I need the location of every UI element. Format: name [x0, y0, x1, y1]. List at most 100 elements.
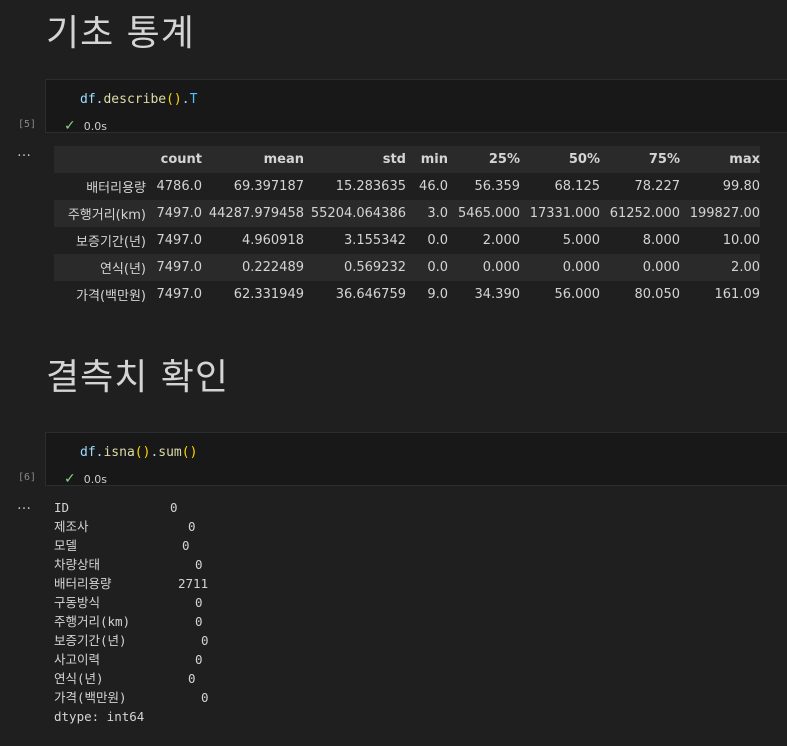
table-row: 주행거리(km) 7497.0 44287.979458 55204.06438… — [54, 200, 760, 227]
table-cell: 7497.0 — [156, 233, 203, 248]
table-header-row: count mean std min 25% 50% 75% max — [54, 146, 760, 173]
section-heading-basic-stats: 기초 통계 — [46, 13, 195, 54]
table-header-cell: std — [382, 152, 406, 167]
code-cell-describe[interactable]: df.describe().T ✓ 0.0s — [45, 79, 787, 134]
table-cell: 44287.979458 — [208, 206, 304, 221]
table-cell: 15.283635 — [335, 179, 406, 194]
table-cell: 56.000 — [554, 287, 601, 302]
series-index: 제조사 — [54, 519, 89, 534]
row-label: 주행거리(km) — [67, 208, 146, 223]
series-index: ID — [54, 500, 70, 515]
table-cell: 99.80 — [722, 179, 760, 194]
table-cell: 0.000 — [562, 260, 600, 275]
execution-count: [5] — [18, 119, 37, 130]
table-row: 배터리용량 4786.0 69.397187 15.283635 46.0 56… — [54, 173, 760, 200]
execution-time: 0.0s — [83, 120, 107, 133]
list-item: 가격(백만원) 0 — [54, 688, 209, 707]
series-index: 구동방식 — [54, 595, 101, 610]
table-cell: 78.227 — [634, 179, 681, 194]
table-cell: 68.125 — [554, 179, 601, 194]
table-cell: 161.09 — [714, 287, 761, 302]
code-token-dot: . — [181, 92, 190, 107]
table-cell: 7497.0 — [156, 287, 203, 302]
series-index: 연식(년) — [54, 671, 104, 686]
execution-time: 0.0s — [83, 473, 107, 486]
output-more-icon[interactable]: … — [17, 144, 32, 160]
execution-count: [6] — [18, 472, 37, 483]
table-header-cell: min — [420, 152, 448, 167]
table-header-cell — [54, 146, 152, 173]
code-token-parens: () — [166, 92, 182, 107]
table-cell: 0.222489 — [241, 260, 304, 275]
code-line[interactable]: df.isna().sum() — [80, 445, 197, 460]
table-cell: 80.050 — [634, 287, 681, 302]
table-cell: 8.000 — [642, 233, 680, 248]
execution-status: ✓ 0.0s — [64, 118, 107, 134]
series-index: 보증기간(년) — [54, 633, 127, 648]
table-cell: 3.155342 — [343, 233, 406, 248]
series-index: 모델 — [54, 538, 78, 553]
table-cell: 9.0 — [427, 287, 448, 302]
table-cell: 69.397187 — [233, 179, 304, 194]
table-cell: 0.0 — [427, 233, 448, 248]
series-value: 0 — [188, 671, 196, 686]
list-item: 주행거리(km) 0 — [54, 612, 209, 631]
list-item: 구동방식 0 — [54, 593, 209, 612]
code-token-parens: () — [181, 445, 198, 460]
series-index: 배터리용량 — [54, 576, 112, 591]
series-value: 0 — [195, 614, 203, 629]
table-cell: 2.00 — [731, 260, 760, 275]
table-header-cell: 75% — [648, 152, 680, 167]
table-header-cell: 50% — [568, 152, 600, 167]
list-item: 보증기간(년) 0 — [54, 631, 209, 650]
table-row: 보증기간(년) 7497.0 4.960918 3.155342 0.0 2.0… — [54, 227, 760, 254]
table-cell: 4786.0 — [156, 179, 203, 194]
isna-sum-output: ID 0 제조사 0 모델 0 차량상태 0 배터리용량 2711 구동방식 0 주행거리(… — [54, 498, 209, 726]
series-value: 0 — [201, 633, 209, 648]
code-token-df: df — [80, 92, 96, 107]
code-token-fn: isna — [103, 445, 135, 460]
series-value: 0 — [188, 519, 196, 534]
table-cell: 62.331949 — [233, 287, 304, 302]
series-value: 0 — [195, 557, 203, 572]
table-row: 가격(백만원) 7497.0 62.331949 36.646759 9.0 3… — [54, 281, 760, 308]
table-header-cell: max — [729, 152, 760, 167]
table-cell: 55204.064386 — [310, 206, 406, 221]
table-cell: 0.569232 — [343, 260, 406, 275]
output-more-icon[interactable]: … — [17, 497, 32, 513]
code-token-fn: describe — [103, 92, 167, 107]
list-item: 배터리용량 2711 — [54, 574, 209, 593]
table-cell: 34.390 — [474, 287, 521, 302]
table-cell: 0.000 — [482, 260, 520, 275]
table-cell: 0.000 — [642, 260, 680, 275]
table-cell: 36.646759 — [335, 287, 406, 302]
table-header-cell: 25% — [488, 152, 520, 167]
execution-status: ✓ 0.0s — [64, 471, 107, 487]
table-cell: 199827.00 — [689, 206, 760, 221]
list-item: 사고이력 0 — [54, 650, 209, 669]
table-cell: 0.0 — [427, 260, 448, 275]
row-label: 배터리용량 — [86, 181, 146, 196]
row-label: 연식(년) — [99, 262, 146, 277]
list-item: 연식(년) 0 — [54, 669, 209, 688]
table-cell: 2.000 — [482, 233, 520, 248]
check-icon: ✓ — [64, 118, 76, 134]
list-item: 모델 0 — [54, 536, 209, 555]
table-cell: 46.0 — [419, 179, 448, 194]
table-cell: 4.960918 — [241, 233, 304, 248]
code-token-fn: sum — [158, 445, 182, 460]
code-cell-isna-sum[interactable]: df.isna().sum() ✓ 0.0s — [45, 432, 787, 487]
row-label: 보증기간(년) — [76, 235, 146, 250]
code-token-attr: T — [189, 92, 198, 107]
table-cell: 56.359 — [474, 179, 521, 194]
table-cell: 5465.000 — [457, 206, 520, 221]
series-index: 가격(백만원) — [54, 690, 127, 705]
series-value: 2711 — [178, 576, 209, 591]
code-token-parens: () — [134, 445, 151, 460]
table-cell: 7497.0 — [156, 206, 203, 221]
table-cell: 61252.000 — [609, 206, 680, 221]
dtype-line: dtype: int64 — [54, 709, 145, 724]
list-item: 제조사 0 — [54, 517, 209, 536]
series-index: 주행거리(km) — [54, 614, 131, 629]
code-line[interactable]: df.describe().T — [80, 92, 197, 107]
